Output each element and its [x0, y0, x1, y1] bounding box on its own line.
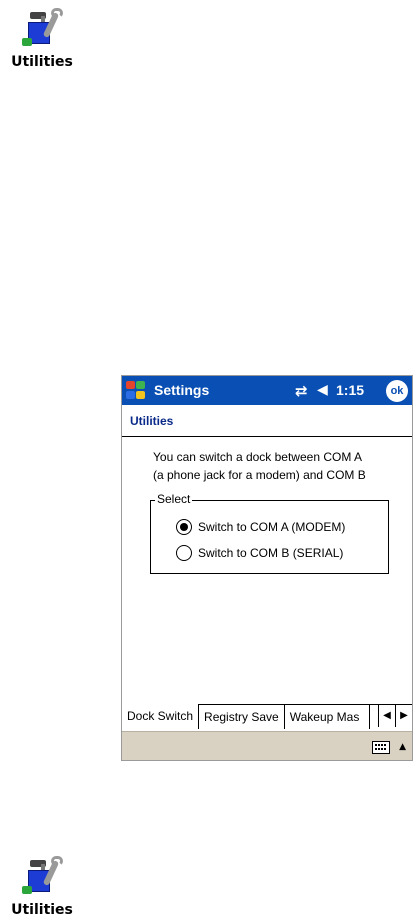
- page-title: Utilities: [130, 414, 174, 428]
- select-group-label: Select: [155, 492, 193, 506]
- connectivity-icon[interactable]: ⇄: [295, 382, 308, 400]
- utilities-icon: [20, 856, 64, 900]
- description-text: You can switch a dock between COM A (a p…: [153, 448, 403, 484]
- tab-dock-switch[interactable]: Dock Switch: [122, 704, 200, 729]
- menu-bar: ▲: [122, 731, 412, 760]
- utilities-app-icon-bottom[interactable]: Utilities: [2, 856, 82, 918]
- utilities-label: Utilities: [11, 54, 73, 70]
- clock-time[interactable]: 1:15: [336, 382, 364, 398]
- radio-button-unchecked[interactable]: [176, 545, 192, 561]
- radio-com-b-label[interactable]: Switch to COM B (SERIAL): [198, 546, 343, 560]
- volume-icon[interactable]: ◀: [317, 382, 328, 398]
- radio-com-a[interactable]: Switch to COM A (MODEM): [176, 519, 345, 535]
- pocketpc-screen: Settings ⇄ ◀ 1:15 ok Utilities You can s…: [121, 375, 413, 761]
- ok-button[interactable]: ok: [386, 380, 408, 402]
- sip-arrow-icon[interactable]: ▲: [399, 742, 406, 752]
- radio-com-b[interactable]: Switch to COM B (SERIAL): [176, 545, 343, 561]
- tab-scroll-buttons: ◀ ▶: [378, 705, 412, 729]
- utilities-icon: [20, 8, 64, 52]
- tab-registry-save[interactable]: Registry Save: [199, 705, 285, 729]
- tab-scroll-left-icon[interactable]: ◀: [378, 705, 395, 727]
- utilities-app-icon-top[interactable]: Utilities: [2, 8, 82, 70]
- start-menu-icon[interactable]: [126, 381, 148, 401]
- tab-wakeup-mask[interactable]: Wakeup Mas: [285, 705, 370, 729]
- tab-scroll-right-icon[interactable]: ▶: [395, 705, 412, 727]
- utilities-label: Utilities: [11, 902, 73, 918]
- description-line-1: You can switch a dock between COM A: [153, 450, 363, 464]
- window-title: Settings: [154, 382, 210, 398]
- select-groupbox: Select Switch to COM A (MODEM) Switch to…: [150, 492, 389, 574]
- header-divider: [122, 436, 412, 437]
- keyboard-icon[interactable]: [372, 741, 390, 754]
- radio-com-a-label[interactable]: Switch to COM A (MODEM): [198, 520, 345, 534]
- description-line-2: (a phone jack for a modem) and COM B: [153, 468, 366, 482]
- title-bar: Settings ⇄ ◀ 1:15 ok: [122, 376, 412, 405]
- tab-strip: Dock Switch Registry Save Wakeup Mas ◀ ▶: [122, 704, 412, 729]
- radio-button-checked[interactable]: [176, 519, 192, 535]
